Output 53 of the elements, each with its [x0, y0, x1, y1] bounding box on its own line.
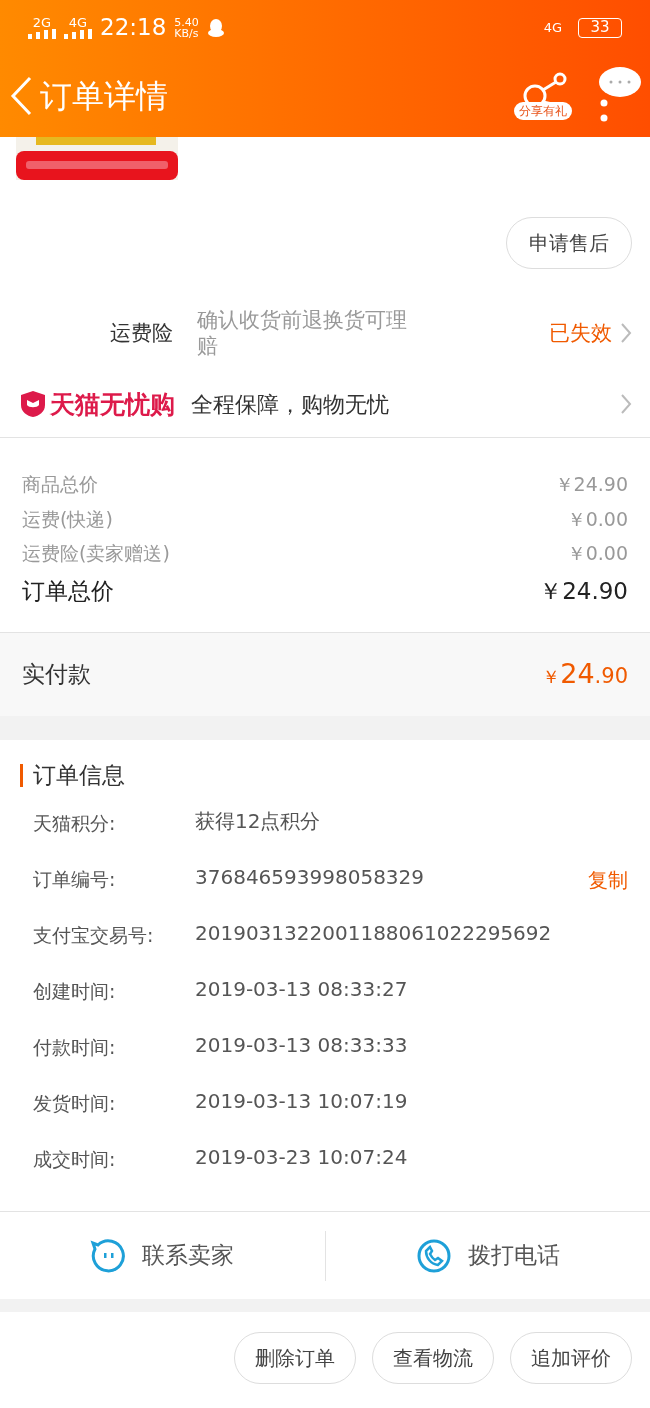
- network-label: 4G: [543, 18, 562, 37]
- network-label: 4G: [68, 16, 88, 29]
- contact-button[interactable]: 拨打电话: [324, 1230, 650, 1281]
- chat-icon: [90, 1237, 127, 1274]
- chevron-icon: [620, 322, 632, 345]
- signal-icon: [64, 29, 92, 39]
- network-label: 2G: [32, 16, 52, 29]
- brand-logo: 天猫无忧购: [20, 385, 175, 423]
- action-button[interactable]: 追加评价: [510, 1332, 632, 1384]
- battery-indicator: 33: [578, 17, 622, 38]
- section-title: 订单信息: [20, 764, 650, 787]
- signal-icon: [28, 29, 56, 39]
- insurance-label: 运费险: [110, 319, 173, 347]
- contact-button[interactable]: 联系卖家: [0, 1230, 325, 1281]
- info-label: 天猫积分:: [33, 811, 117, 836]
- info-label: 支付宝交易号:: [33, 923, 155, 948]
- share-button[interactable]: 分享有礼: [514, 72, 572, 120]
- penguin-icon: [206, 17, 225, 38]
- info-label: 订单编号:: [33, 867, 117, 892]
- guarantee-slogan: 全程保障，购物无忧: [191, 390, 389, 419]
- price-label: 商品总价: [22, 472, 98, 497]
- phone-icon: [415, 1237, 452, 1274]
- info-value: 2019031322001188061022295692: [195, 921, 553, 946]
- action-button[interactable]: 删除订单: [234, 1332, 356, 1384]
- info-label: 付款时间:: [33, 1035, 117, 1060]
- info-value: 2019-03-13 10:07:19: [195, 1089, 409, 1114]
- paid-amount: ￥24.90: [542, 657, 628, 692]
- page-title: 订单详情: [40, 76, 168, 117]
- price-value: ￥0.00: [566, 506, 628, 532]
- price-label: 运费险(卖家赠送): [22, 541, 170, 566]
- price-value: ￥24.90: [539, 576, 628, 606]
- speed-unit: KB/s: [174, 27, 199, 39]
- insurance-status: 已失效: [549, 319, 612, 347]
- action-button[interactable]: 查看物流: [372, 1332, 494, 1384]
- info-value: 2019-03-13 08:33:27: [195, 977, 409, 1002]
- price-value: ￥0.00: [566, 541, 628, 566]
- info-value: 2019-03-23 10:07:24: [195, 1145, 409, 1170]
- chevron-icon: [620, 393, 632, 416]
- info-value: 2019-03-13 08:33:33: [195, 1033, 409, 1058]
- price-label: 订单总价: [22, 576, 114, 606]
- insurance-description: 确认收货前退换货可理赔: [197, 307, 408, 360]
- info-label: 成交时间:: [33, 1147, 117, 1172]
- info-label: 创建时间:: [33, 979, 117, 1004]
- paid-label: 实付款: [22, 660, 91, 690]
- info-value: 获得12点积分: [195, 809, 322, 834]
- price-value: ￥24.90: [554, 472, 628, 497]
- back-icon[interactable]: [10, 76, 32, 116]
- info-label: 发货时间:: [33, 1091, 117, 1116]
- status-time: 22:18: [100, 13, 167, 43]
- price-label: 运费(快递): [22, 506, 113, 532]
- info-value: 376846593998058329: [195, 865, 426, 890]
- after-sale-button[interactable]: 申请售后: [506, 217, 632, 269]
- network-speed: 5.40: [174, 16, 199, 28]
